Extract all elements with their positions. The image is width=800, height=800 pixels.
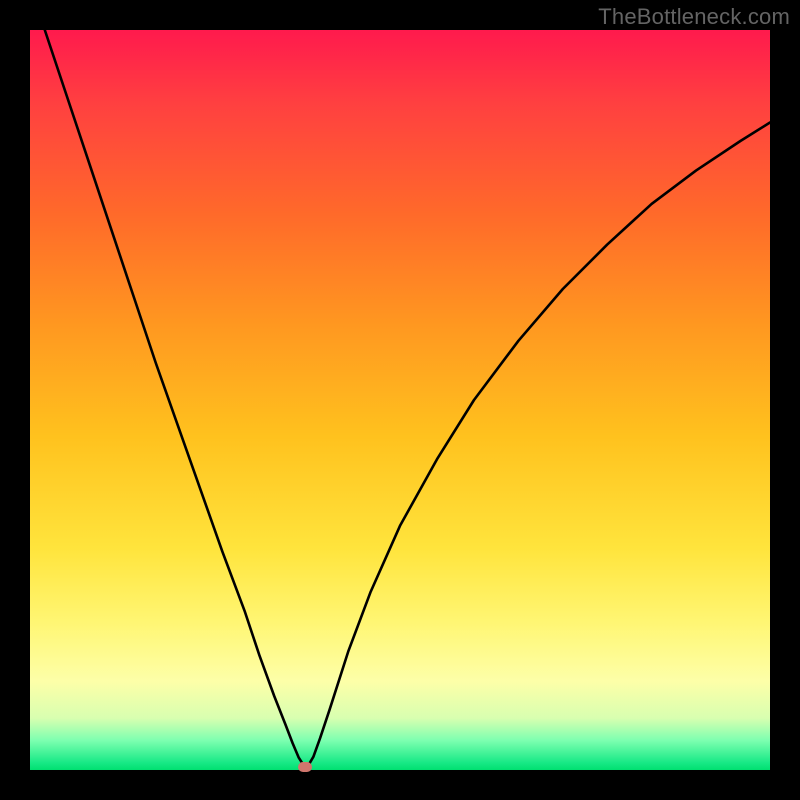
chart-frame: TheBottleneck.com bbox=[0, 0, 800, 800]
optimum-marker bbox=[298, 762, 312, 772]
watermark-text: TheBottleneck.com bbox=[598, 4, 790, 30]
curve-svg bbox=[30, 30, 770, 770]
plot-area bbox=[30, 30, 770, 770]
bottleneck-curve bbox=[45, 30, 770, 766]
